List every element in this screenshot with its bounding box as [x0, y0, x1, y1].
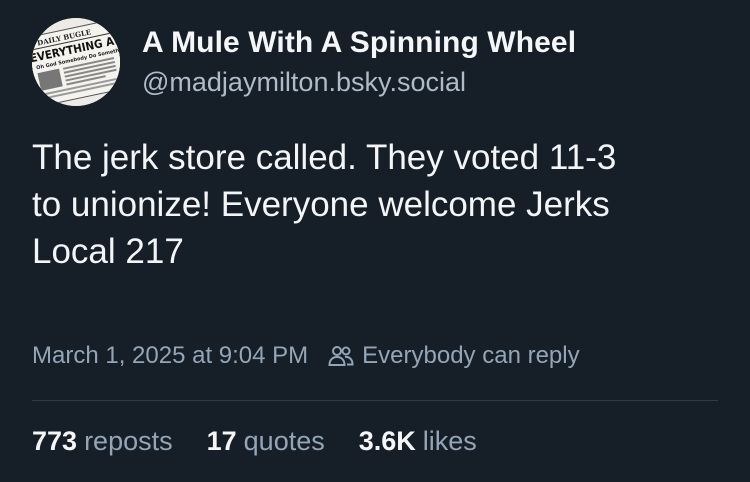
post-card: DAILY BUGLE EVERYTHING AWFUL Oh God Some…: [0, 0, 750, 482]
likes-label: likes: [422, 426, 477, 456]
reposts-stat[interactable]: 773 reposts: [32, 426, 173, 457]
quotes-count: 17: [206, 426, 237, 456]
post-timestamp[interactable]: March 1, 2025 at 9:04 PM: [32, 342, 308, 370]
avatar[interactable]: DAILY BUGLE EVERYTHING AWFUL Oh God Some…: [32, 18, 120, 106]
author-header[interactable]: DAILY BUGLE EVERYTHING AWFUL Oh God Some…: [32, 18, 576, 106]
post-text-line: Local 217: [32, 232, 184, 271]
likes-stat[interactable]: 3.6K likes: [359, 426, 477, 457]
reposts-count: 773: [32, 426, 78, 456]
post-meta: March 1, 2025 at 9:04 PM Everybody can r…: [32, 342, 580, 370]
author-handle[interactable]: @madjaymilton.bsky.social: [142, 66, 576, 98]
likes-count: 3.6K: [358, 426, 416, 456]
post-text-line: to unionize! Everyone welcome Jerks: [32, 185, 610, 224]
quotes-stat[interactable]: 17 quotes: [207, 426, 325, 457]
author-display-name[interactable]: A Mule With A Spinning Wheel: [142, 26, 576, 60]
people-icon: [328, 346, 354, 366]
newspaper-avatar-icon: DAILY BUGLE EVERYTHING AWFUL Oh God Some…: [32, 18, 120, 106]
reposts-label: reposts: [84, 426, 173, 456]
reply-setting: Everybody can reply: [328, 342, 580, 370]
post-text-line: The jerk store called. They voted 11-3: [32, 138, 617, 177]
quotes-label: quotes: [243, 426, 325, 456]
reply-setting-label: Everybody can reply: [362, 342, 580, 369]
post-text: The jerk store called. They voted 11-3 to…: [32, 134, 722, 275]
engagement-stats: 773 reposts 17 quotes 3.6K likes: [32, 426, 511, 457]
divider: [32, 400, 718, 401]
